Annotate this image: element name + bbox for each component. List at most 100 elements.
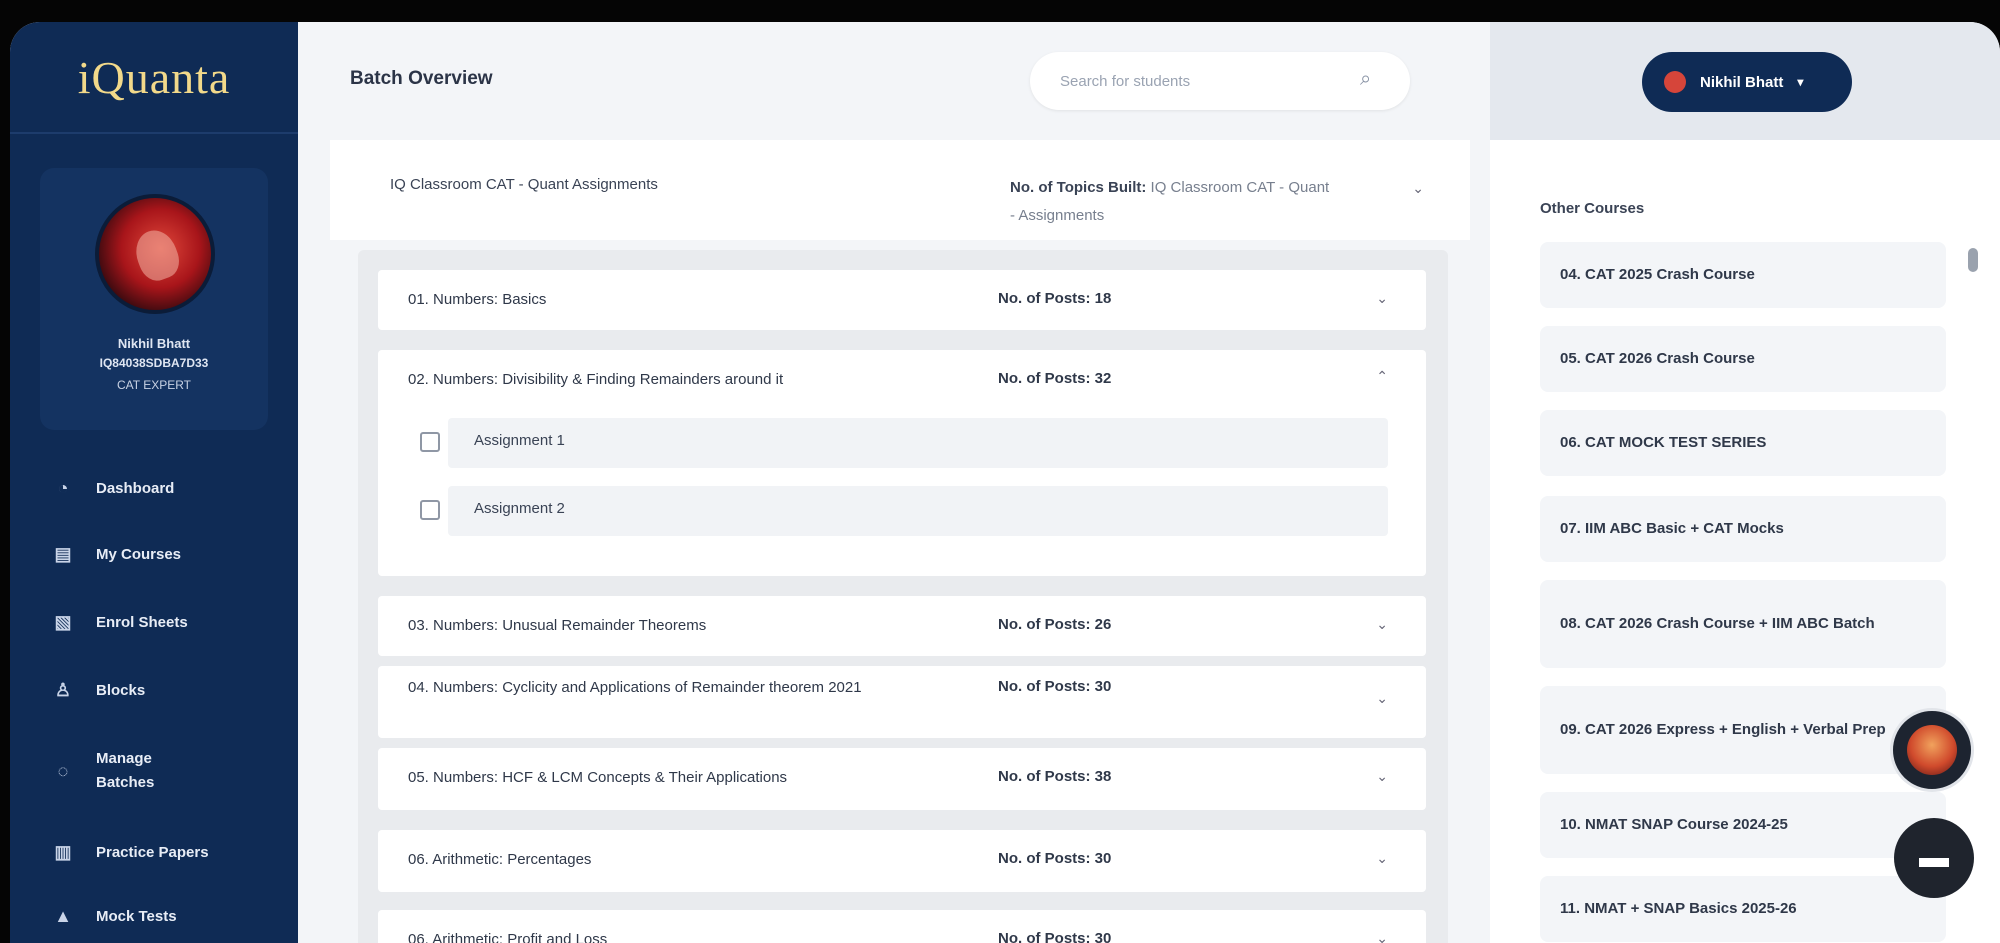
assignment-item[interactable]: Assignment 1 <box>420 418 1388 468</box>
course-card-label: 05. CAT 2026 Crash Course <box>1560 350 1755 367</box>
module-posts: No. of Posts: 18 <box>998 290 1112 307</box>
user-menu-button[interactable]: Nikhil Bhatt ▾ <box>1642 52 1852 112</box>
module-title: 04. Numbers: Cyclicity and Applications … <box>408 679 862 696</box>
topic-count-label: No. of Topics Built: <box>1010 179 1147 196</box>
course-card-label: 07. IIM ABC Basic + CAT Mocks <box>1560 520 1784 537</box>
module-row[interactable]: 06. Arithmetic: Profit and Loss No. of P… <box>378 910 1426 943</box>
module-row[interactable]: 05. Numbers: HCF & LCM Concepts & Their … <box>378 748 1426 810</box>
blocks-icon: ♙ <box>54 679 72 700</box>
sidebar: iQuanta Nikhil Bhatt IQ84038SDBA7D33 CAT… <box>10 22 298 943</box>
sidebar-item-enrol-sheets[interactable]: ▧ Enrol Sheets <box>50 594 280 650</box>
page-title: Batch Overview <box>350 68 493 89</box>
course-card-label: 10. NMAT SNAP Course 2024-25 <box>1560 816 1788 833</box>
logo[interactable]: iQuanta <box>10 22 298 134</box>
assignment-label: Assignment 2 <box>474 500 565 517</box>
scrollbar[interactable] <box>1968 248 1978 272</box>
manage-icon: ◌ <box>57 760 69 781</box>
chevron-down-icon[interactable]: ⌄ <box>1376 930 1388 943</box>
search-icon[interactable]: ⌕ <box>1360 68 1386 94</box>
assignment-item[interactable]: Assignment 2 <box>420 486 1388 536</box>
mock-icon: ▲ <box>54 905 72 926</box>
module-row[interactable]: 04. Numbers: Cyclicity and Applications … <box>378 666 1426 738</box>
module-posts: No. of Posts: 30 <box>998 678 1112 695</box>
module-title: 03. Numbers: Unusual Remainder Theorems <box>408 617 707 634</box>
course-card-label: 11. NMAT + SNAP Basics 2025-26 <box>1560 900 1797 917</box>
chat-bubble-icon: ▬ <box>1919 841 1949 874</box>
sidebar-item-label: Blocks <box>96 681 146 699</box>
assistant-avatar-button[interactable] <box>1890 708 1974 792</box>
module-title: 06. Arithmetic: Profit and Loss <box>408 931 608 943</box>
chevron-down-icon: ▾ <box>1797 75 1804 89</box>
avatar[interactable] <box>95 194 215 314</box>
sheets-icon: ▧ <box>54 611 72 632</box>
module-posts: No. of Posts: 30 <box>998 930 1112 943</box>
module-posts: No. of Posts: 30 <box>998 850 1112 867</box>
course-title: IQ Classroom CAT - Quant Assignments <box>390 176 658 193</box>
profile-id: IQ84038SDBA7D33 <box>99 356 209 370</box>
module-posts: No. of Posts: 38 <box>998 768 1112 785</box>
app-window: iQuanta Nikhil Bhatt IQ84038SDBA7D33 CAT… <box>10 22 2000 943</box>
user-name: Nikhil Bhatt <box>1700 73 1784 91</box>
course-card-label: 08. CAT 2026 Crash Course + IIM ABC Batc… <box>1560 615 1875 632</box>
course-card[interactable]: 11. NMAT + SNAP Basics 2025-26 <box>1540 876 1946 942</box>
sidebar-item-label: Mock Tests <box>96 907 177 925</box>
profile-role: CAT EXPERT <box>116 378 192 392</box>
courses-icon: ▤ <box>54 543 72 564</box>
chevron-down-icon[interactable]: ⌄ <box>1376 290 1388 307</box>
module-row[interactable]: 03. Numbers: Unusual Remainder Theorems … <box>378 596 1426 656</box>
sidebar-item-blocks[interactable]: ♙ Blocks <box>50 662 280 718</box>
module-title: 05. Numbers: HCF & LCM Concepts & Their … <box>408 769 788 786</box>
module-posts: No. of Posts: 26 <box>998 616 1112 633</box>
module-posts: No. of Posts: 32 <box>998 370 1112 387</box>
chevron-down-icon[interactable]: ⌄ <box>1376 616 1388 633</box>
module-row[interactable]: 06. Arithmetic: Percentages No. of Posts… <box>378 830 1426 892</box>
course-card[interactable]: 06. CAT MOCK TEST SERIES <box>1540 410 1946 476</box>
logo-text: iQuanta <box>77 51 231 103</box>
module-row-expanded[interactable]: 02. Numbers: Divisibility & Finding Rema… <box>378 350 1426 576</box>
course-card[interactable]: 09. CAT 2026 Express + English + Verbal … <box>1540 686 1946 774</box>
chevron-up-icon[interactable]: ⌃ <box>1376 368 1388 385</box>
profile-name: Nikhil Bhatt <box>117 336 191 351</box>
sidebar-item-label: Enrol Sheets <box>96 613 188 631</box>
other-courses-title: Other Courses <box>1540 200 1645 217</box>
module-title: 01. Numbers: Basics <box>408 291 547 308</box>
course-card[interactable]: 10. NMAT SNAP Course 2024-25 <box>1540 792 1946 858</box>
module-row[interactable]: 01. Numbers: Basics No. of Posts: 18 ⌄ <box>378 270 1426 330</box>
module-title: 06. Arithmetic: Percentages <box>408 851 592 868</box>
course-topic-count: No. of Topics Built: IQ Classroom CAT - … <box>1010 174 1430 230</box>
course-card[interactable]: 05. CAT 2026 Crash Course <box>1540 326 1946 392</box>
sidebar-item-manage-batches[interactable]: ◌ Manage Batches <box>50 738 280 804</box>
chat-button[interactable]: ▬ <box>1894 818 1974 898</box>
profile-card: Nikhil Bhatt IQ84038SDBA7D33 CAT EXPERT <box>40 168 268 430</box>
chevron-down-icon[interactable]: ⌄ <box>1376 690 1388 707</box>
sidebar-item-label: Dashboard <box>96 479 175 497</box>
dashboard-icon: ◔ <box>57 477 69 498</box>
document-icon <box>420 500 440 520</box>
course-card-label: 06. CAT MOCK TEST SERIES <box>1560 434 1767 451</box>
main-content: IQ Classroom CAT - Quant Assignments No.… <box>310 140 1490 943</box>
search-bar[interactable]: ⌕ <box>1030 52 1410 110</box>
topic-count-suffix: - Assignments <box>1010 207 1105 224</box>
course-card[interactable]: 04. CAT 2025 Crash Course <box>1540 242 1946 308</box>
search-input[interactable] <box>1060 52 1350 110</box>
course-card[interactable]: 08. CAT 2026 Crash Course + IIM ABC Batc… <box>1540 580 1946 668</box>
course-header[interactable]: IQ Classroom CAT - Quant Assignments No.… <box>330 140 1470 240</box>
assignment-label: Assignment 1 <box>474 432 565 449</box>
user-avatar-icon <box>1664 71 1686 93</box>
sidebar-item-label: Manage Batches <box>96 750 155 791</box>
sidebar-item-mock-tests[interactable]: ▲ Mock Tests <box>50 888 280 943</box>
assistant-avatar-icon <box>1907 725 1957 775</box>
sidebar-item-my-courses[interactable]: ▤ My Courses <box>50 526 280 582</box>
chevron-down-icon[interactable]: ⌄ <box>1376 768 1388 785</box>
chevron-down-icon[interactable]: ⌄ <box>1412 180 1424 197</box>
module-title: 02. Numbers: Divisibility & Finding Rema… <box>408 371 784 388</box>
course-card[interactable]: 07. IIM ABC Basic + CAT Mocks <box>1540 496 1946 562</box>
course-card-label: 09. CAT 2026 Express + English + Verbal … <box>1560 721 1886 738</box>
chevron-down-icon[interactable]: ⌄ <box>1376 850 1388 867</box>
module-list: 01. Numbers: Basics No. of Posts: 18 ⌄ 0… <box>358 250 1448 943</box>
sidebar-item-practice-papers[interactable]: ▥ Practice Papers <box>50 824 280 880</box>
papers-icon: ▥ <box>54 841 72 862</box>
sidebar-item-dashboard[interactable]: ◔ Dashboard <box>50 460 280 516</box>
document-icon <box>420 432 440 452</box>
sidebar-item-label: Practice Papers <box>96 843 209 861</box>
